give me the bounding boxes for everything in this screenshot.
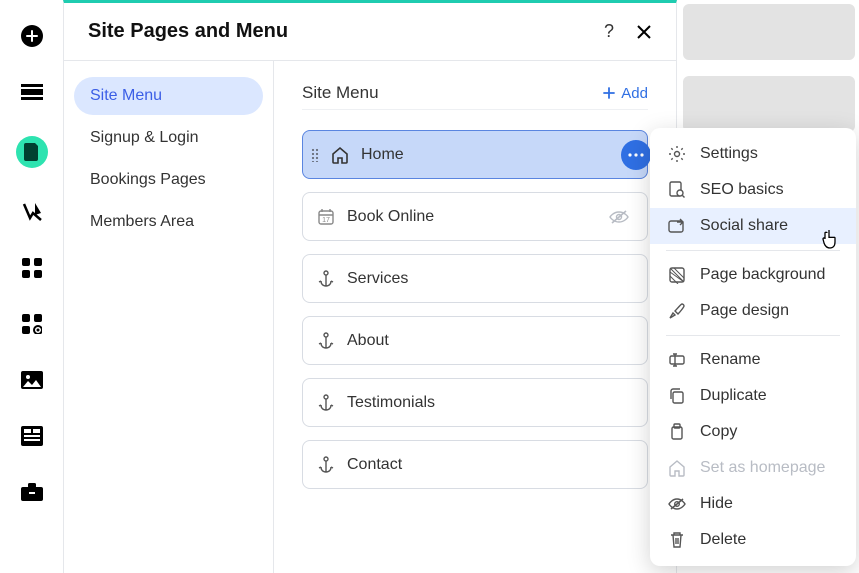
svg-text:17: 17 <box>322 217 330 224</box>
panel-title: Site Pages and Menu <box>88 20 288 43</box>
apps-icon[interactable] <box>20 256 44 280</box>
rename-icon <box>668 351 686 369</box>
page-item-book-online[interactable]: 17 Book Online <box>302 192 648 241</box>
menu-label: Set as homepage <box>700 459 825 477</box>
background-icon <box>668 266 686 284</box>
hide-icon <box>668 495 686 513</box>
menu-label: Social share <box>700 217 788 235</box>
page-item-home[interactable]: Home <box>302 130 648 179</box>
sidebar-item-signup-login[interactable]: Signup & Login <box>74 119 263 157</box>
global-sidebar <box>0 0 63 573</box>
sidebar-item-bookings[interactable]: Bookings Pages <box>74 161 263 199</box>
anchor-icon <box>317 456 335 474</box>
brush-icon <box>668 302 686 320</box>
home-icon <box>331 146 349 164</box>
gear-icon <box>668 145 686 163</box>
duplicate-icon <box>668 387 686 405</box>
copy-icon <box>668 423 686 441</box>
page-list-section: Site Menu Add Home <box>274 61 676 573</box>
add-label: Add <box>621 85 648 102</box>
menu-divider <box>666 250 840 251</box>
section-title: Site Menu <box>302 83 379 103</box>
page-more-button[interactable] <box>621 140 651 170</box>
menu-label: Copy <box>700 423 737 441</box>
menu-page-background[interactable]: Page background <box>650 257 856 293</box>
menu-label: Delete <box>700 531 746 549</box>
section-icon[interactable] <box>20 80 44 104</box>
calendar-icon: 17 <box>317 208 335 226</box>
menu-copy[interactable]: Copy <box>650 414 856 450</box>
content-icon[interactable] <box>20 424 44 448</box>
menu-label: Hide <box>700 495 733 513</box>
menu-divider <box>666 335 840 336</box>
sidebar-item-site-menu[interactable]: Site Menu <box>74 77 263 115</box>
anchor-icon <box>317 270 335 288</box>
menu-duplicate[interactable]: Duplicate <box>650 378 856 414</box>
menu-hide[interactable]: Hide <box>650 486 856 522</box>
menu-page-design[interactable]: Page design <box>650 293 856 329</box>
menu-label: Duplicate <box>700 387 767 405</box>
share-icon <box>668 217 686 235</box>
help-icon[interactable]: ? <box>604 21 614 42</box>
menu-seo[interactable]: SEO basics <box>650 172 856 208</box>
sidebar-item-members[interactable]: Members Area <box>74 203 263 241</box>
page-label: About <box>347 332 389 350</box>
page-item-services[interactable]: Services <box>302 254 648 303</box>
pages-icon[interactable] <box>16 136 48 168</box>
page-label: Home <box>361 146 404 164</box>
menu-social-share[interactable]: Social share <box>650 208 856 244</box>
home-icon <box>668 459 686 477</box>
trash-icon <box>668 531 686 549</box>
anchor-icon <box>317 332 335 350</box>
menu-label: SEO basics <box>700 181 784 199</box>
design-icon[interactable] <box>20 200 44 224</box>
search-doc-icon <box>668 181 686 199</box>
page-context-menu: Settings SEO basics Social share Page ba… <box>650 128 856 566</box>
menu-label: Page design <box>700 302 789 320</box>
menu-rename[interactable]: Rename <box>650 342 856 378</box>
page-item-testimonials[interactable]: Testimonials <box>302 378 648 427</box>
menu-delete[interactable]: Delete <box>650 522 856 558</box>
pages-panel: Site Pages and Menu ? Site Menu Signup &… <box>63 0 677 573</box>
page-item-about[interactable]: About <box>302 316 648 365</box>
menu-label: Page background <box>700 266 825 284</box>
panel-sidebar: Site Menu Signup & Login Bookings Pages … <box>64 61 274 573</box>
page-item-contact[interactable]: Contact <box>302 440 648 489</box>
menu-label: Settings <box>700 145 758 163</box>
menu-settings[interactable]: Settings <box>650 136 856 172</box>
page-label: Services <box>347 270 408 288</box>
anchor-icon <box>317 394 335 412</box>
menu-label: Rename <box>700 351 760 369</box>
panel-header: Site Pages and Menu ? <box>64 3 676 61</box>
apps-settings-icon[interactable] <box>20 312 44 336</box>
page-label: Contact <box>347 456 402 474</box>
hidden-icon <box>609 209 629 225</box>
add-page-button[interactable]: Add <box>603 85 648 102</box>
page-label: Testimonials <box>347 394 435 412</box>
add-icon[interactable] <box>20 24 44 48</box>
media-icon[interactable] <box>20 368 44 392</box>
business-icon[interactable] <box>20 480 44 504</box>
close-icon[interactable] <box>636 24 652 40</box>
page-label: Book Online <box>347 208 434 226</box>
menu-set-homepage: Set as homepage <box>650 450 856 486</box>
